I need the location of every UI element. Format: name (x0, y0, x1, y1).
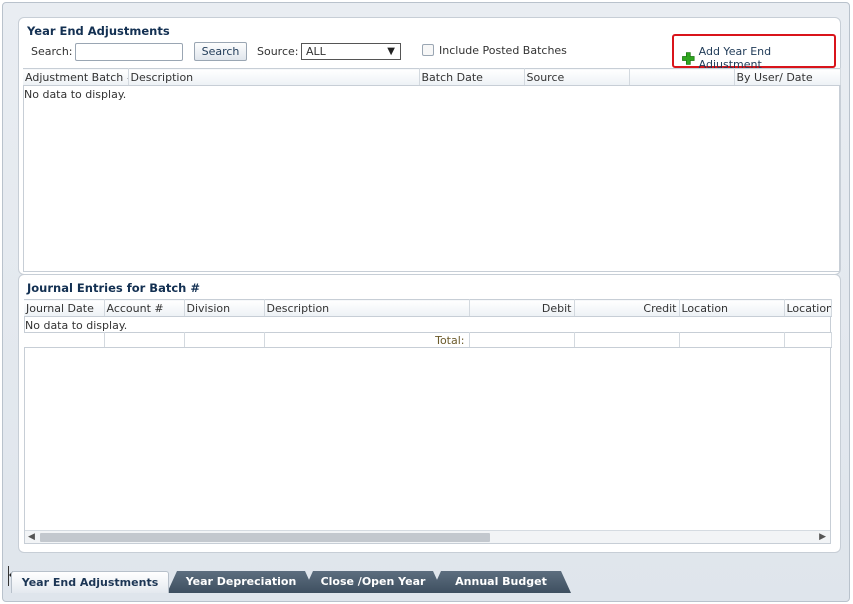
column-header-division[interactable]: Division (184, 299, 265, 317)
total-label: Total: (264, 332, 470, 348)
total-cell (679, 332, 785, 348)
chevron-down-icon: ▼ (387, 46, 395, 57)
total-credit-cell (574, 332, 680, 348)
total-debit-cell (469, 332, 575, 348)
total-cell (184, 332, 265, 348)
column-header-location-2[interactable]: Location (784, 299, 832, 317)
journal-empty-message: No data to display. (25, 319, 128, 332)
bottom-tab-bar: Year End Adjustments Year Depreciation C… (11, 569, 611, 593)
year-end-adjustments-panel: Year End Adjustments Search: Search Sour… (18, 17, 841, 275)
tab-annual-budget[interactable]: Annual Budget (431, 571, 571, 593)
journal-panel-title: Journal Entries for Batch # (27, 281, 200, 295)
adjustments-table-body (23, 86, 840, 272)
horizontal-scrollbar[interactable]: ◀ ▶ (25, 530, 830, 543)
adjustments-table-header: Adjustment Batch # Description Batch Dat… (23, 68, 841, 86)
arrow-left-icon[interactable]: ◀ (28, 531, 35, 544)
add-year-end-adjustment-button[interactable]: Add Year End Adjustment (672, 34, 836, 71)
search-button[interactable]: Search (194, 42, 247, 61)
source-select[interactable]: ALL ▼ (301, 43, 401, 60)
search-label: Search: (31, 45, 73, 58)
source-label: Source: (257, 45, 299, 58)
column-header-journal-description[interactable]: Description (264, 299, 470, 317)
tab-year-end-adjustments[interactable]: Year End Adjustments (11, 571, 169, 593)
journal-table-header: Journal Date Account # Division Descript… (24, 299, 832, 317)
include-posted-label: Include Posted Batches (439, 44, 567, 57)
column-header-location[interactable]: Location (679, 299, 785, 317)
column-header-journal-date[interactable]: Journal Date (24, 299, 105, 317)
include-posted-checkbox[interactable] (422, 44, 434, 56)
column-header-by-user-date[interactable]: By User/ Date (734, 68, 841, 86)
tab-close-open-year[interactable]: Close /Open Year (303, 571, 443, 593)
main-frame: Year End Adjustments Search: Search Sour… (2, 2, 850, 602)
column-header-description[interactable]: Description (128, 68, 420, 86)
journal-table-body (24, 317, 831, 544)
column-header-credit[interactable]: Credit (574, 299, 680, 317)
column-header-adjustment-batch[interactable]: Adjustment Batch # (23, 68, 129, 86)
tab-year-depreciation[interactable]: Year Depreciation (167, 571, 315, 593)
plus-icon (682, 51, 695, 65)
column-header-batch-date[interactable]: Batch Date (419, 68, 525, 86)
total-cell (784, 332, 832, 348)
adjustments-empty-message: No data to display. (24, 88, 127, 101)
column-header-blank[interactable] (629, 68, 735, 86)
search-input[interactable] (75, 43, 183, 61)
column-header-source[interactable]: Source (524, 68, 630, 86)
panel-title: Year End Adjustments (27, 24, 170, 38)
source-select-value: ALL (306, 45, 326, 58)
total-cell (104, 332, 185, 348)
journal-total-row: Total: (24, 332, 832, 348)
arrow-right-icon[interactable]: ▶ (819, 531, 826, 544)
column-header-account[interactable]: Account # (104, 299, 185, 317)
scroll-thumb[interactable] (40, 533, 490, 542)
journal-entries-panel: Journal Entries for Batch # Journal Date… (18, 274, 841, 553)
total-cell (24, 332, 105, 348)
column-header-debit[interactable]: Debit (469, 299, 575, 317)
